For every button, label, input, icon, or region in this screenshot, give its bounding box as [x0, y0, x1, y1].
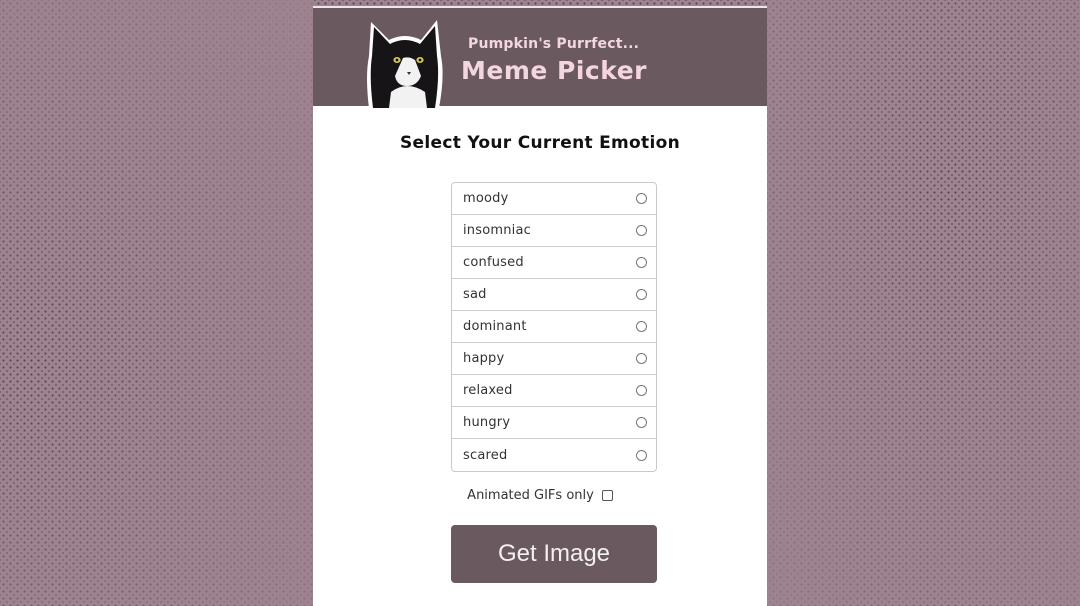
emotion-option-dominant[interactable]: dominant: [452, 311, 656, 343]
app-title: Meme Picker: [461, 56, 647, 85]
emotion-radio-insomniac[interactable]: [636, 225, 647, 236]
emotion-radio-moody[interactable]: [636, 193, 647, 204]
cat-logo-icon: [367, 20, 443, 108]
background-pattern-left: [0, 0, 313, 606]
emotion-option-insomniac[interactable]: insomniac: [452, 215, 656, 247]
emotion-radio-hungry[interactable]: [636, 417, 647, 428]
emotion-radio-confused[interactable]: [636, 257, 647, 268]
emotion-option-happy[interactable]: happy: [452, 343, 656, 375]
emotion-option-sad[interactable]: sad: [452, 279, 656, 311]
emotion-radio-dominant[interactable]: [636, 321, 647, 332]
emotion-label: scared: [463, 447, 508, 463]
emotion-label: confused: [463, 255, 524, 270]
emotion-radio-list: moody insomniac confused sad dominant ha…: [451, 182, 657, 472]
background-pattern-right: [767, 0, 1080, 606]
emotion-label: happy: [463, 351, 505, 366]
emotion-option-moody[interactable]: moody: [452, 183, 656, 215]
emotion-option-relaxed[interactable]: relaxed: [452, 375, 656, 407]
animated-gifs-checkbox[interactable]: [601, 490, 613, 501]
get-image-button[interactable]: Get Image: [451, 525, 657, 583]
emotion-prompt-heading: Select Your Current Emotion: [400, 133, 680, 153]
header-banner: Pumpkin's Purrfect... Meme Picker: [313, 8, 767, 108]
emotion-label: sad: [463, 287, 487, 302]
header-titles: Pumpkin's Purrfect... Meme Picker: [461, 36, 647, 85]
emotion-radio-happy[interactable]: [636, 353, 647, 364]
emotion-label: moody: [463, 191, 509, 206]
emotion-option-scared[interactable]: scared: [452, 439, 656, 471]
emotion-label: insomniac: [463, 223, 532, 238]
emotion-radio-sad[interactable]: [636, 289, 647, 300]
animated-gifs-label: Animated GIFs only: [467, 488, 594, 503]
meme-picker-card: Pumpkin's Purrfect... Meme Picker Select…: [313, 6, 767, 606]
emotion-option-confused[interactable]: confused: [452, 247, 656, 279]
emotion-label: hungry: [463, 415, 511, 430]
emotion-radio-scared[interactable]: [636, 449, 647, 461]
emotion-label: relaxed: [463, 383, 513, 398]
header-subtitle: Pumpkin's Purrfect...: [468, 36, 640, 52]
emotion-radio-relaxed[interactable]: [636, 385, 647, 396]
emotion-label: dominant: [463, 319, 527, 334]
animated-gifs-toggle[interactable]: Animated GIFs only: [313, 488, 767, 503]
emotion-option-hungry[interactable]: hungry: [452, 407, 656, 439]
